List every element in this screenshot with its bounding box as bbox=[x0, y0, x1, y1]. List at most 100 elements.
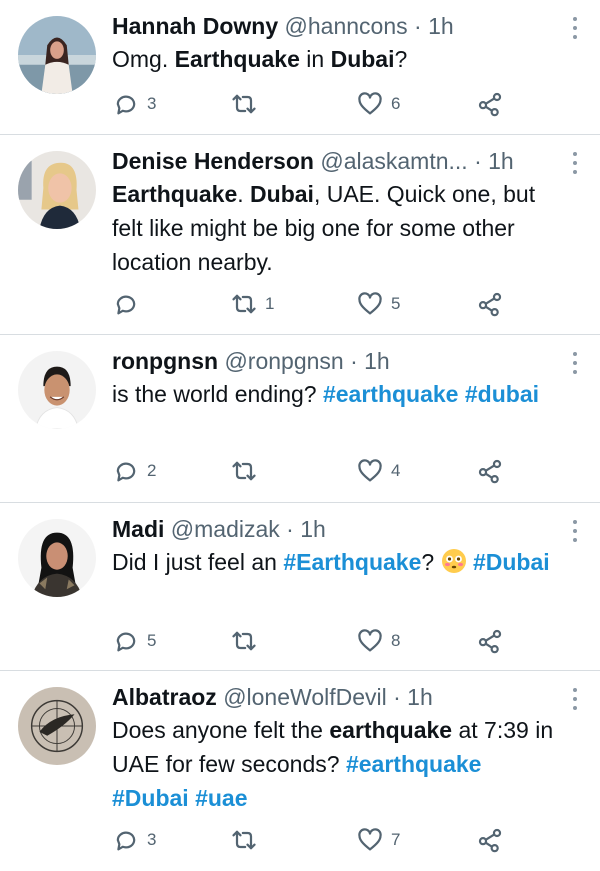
hashtag-link[interactable]: #Earthquake bbox=[283, 549, 421, 575]
tweet-text: Omg. Earthquake in Dubai? bbox=[112, 42, 560, 76]
tweet[interactable]: Albatraoz @loneWolfDevil · 1h Does anyon… bbox=[0, 671, 600, 871]
share-button[interactable] bbox=[476, 627, 504, 655]
tweet[interactable]: Hannah Downy @hanncons · 1h Omg. Earthqu… bbox=[0, 0, 600, 135]
hashtag-link[interactable]: #earthquake bbox=[323, 381, 459, 407]
retweet-button[interactable] bbox=[230, 90, 265, 118]
reply-button[interactable] bbox=[112, 290, 147, 318]
reply-count: 2 bbox=[147, 461, 157, 480]
reply-icon bbox=[116, 831, 136, 851]
tweet-header: ronpgnsn @ronpgnsn · 1h bbox=[112, 346, 560, 376]
reply-button[interactable]: 5 bbox=[112, 627, 156, 655]
like-button[interactable]: 5 bbox=[356, 290, 400, 318]
avatar[interactable] bbox=[18, 519, 96, 597]
avatar[interactable] bbox=[18, 151, 96, 229]
avatar[interactable] bbox=[18, 16, 96, 94]
tweet-text-segment: is the world ending? bbox=[112, 381, 323, 407]
like-count: 8 bbox=[391, 631, 401, 650]
reply-button[interactable]: 3 bbox=[112, 826, 156, 854]
share-button[interactable] bbox=[476, 90, 504, 118]
reply-count: 3 bbox=[147, 830, 157, 849]
tweet-text: Earthquake. Dubai, UAE. Quick one, but f… bbox=[112, 177, 560, 279]
highlighted-keyword: Dubai bbox=[330, 46, 395, 72]
avatar[interactable] bbox=[18, 351, 96, 429]
handle[interactable]: @loneWolfDevil bbox=[223, 684, 387, 710]
timestamp[interactable]: · 1h bbox=[393, 684, 433, 710]
tweet-text-segment: Omg. bbox=[112, 46, 175, 72]
share-icon bbox=[478, 629, 502, 654]
retweet-icon bbox=[232, 294, 256, 314]
hashtag-link[interactable]: #dubai bbox=[465, 381, 539, 407]
heart-icon bbox=[358, 828, 382, 851]
like-button[interactable]: 4 bbox=[356, 457, 400, 485]
timestamp[interactable]: · 1h bbox=[350, 348, 390, 374]
reply-icon bbox=[116, 462, 136, 482]
reply-icon bbox=[116, 632, 136, 652]
timestamp[interactable]: · 1h bbox=[286, 516, 326, 542]
handle[interactable]: @madizak bbox=[171, 516, 280, 542]
tweet-header: Albatraoz @loneWolfDevil · 1h bbox=[112, 682, 560, 712]
retweet-button[interactable] bbox=[230, 826, 265, 854]
more-options-icon[interactable] bbox=[572, 17, 578, 44]
retweet-button[interactable] bbox=[230, 627, 265, 655]
retweet-icon bbox=[232, 461, 256, 481]
tweet-header: Hannah Downy @hanncons · 1h bbox=[112, 11, 560, 41]
heart-icon bbox=[358, 92, 382, 115]
retweet-icon bbox=[232, 631, 256, 651]
like-count: 7 bbox=[391, 830, 401, 849]
tweet[interactable]: Denise Henderson @alaskamtn... · 1h Eart… bbox=[0, 135, 600, 335]
share-icon bbox=[478, 292, 502, 317]
more-options-icon[interactable] bbox=[572, 520, 578, 547]
more-options-icon[interactable] bbox=[572, 152, 578, 179]
retweet-icon bbox=[232, 94, 256, 114]
heart-icon bbox=[358, 292, 382, 315]
more-options-icon[interactable] bbox=[572, 688, 578, 715]
share-button[interactable] bbox=[476, 457, 504, 485]
tweet-text-segment: Did I just feel an bbox=[112, 549, 284, 575]
display-name[interactable]: Denise Henderson bbox=[112, 148, 314, 174]
retweet-button[interactable]: 1 bbox=[230, 290, 274, 318]
hashtag-link[interactable]: #Dubai bbox=[473, 549, 550, 575]
display-name[interactable]: Hannah Downy bbox=[112, 13, 278, 39]
heart-icon bbox=[358, 629, 382, 652]
hashtag-link[interactable]: #uae bbox=[195, 785, 247, 811]
tweet-text-segment: . bbox=[237, 181, 251, 207]
highlighted-keyword: earthquake bbox=[329, 717, 453, 743]
share-icon bbox=[478, 92, 502, 117]
display-name[interactable]: ronpgnsn bbox=[112, 348, 218, 374]
highlighted-keyword: Earthquake bbox=[174, 46, 300, 72]
handle[interactable]: @alaskamtn... bbox=[320, 148, 467, 174]
tweet-text-segment: Does anyone felt the bbox=[112, 717, 330, 743]
retweet-icon bbox=[232, 830, 256, 850]
hashtag-link[interactable]: #earthquake bbox=[346, 751, 482, 777]
like-button[interactable]: 7 bbox=[356, 826, 400, 854]
share-button[interactable] bbox=[476, 290, 504, 318]
display-name[interactable]: Madi bbox=[112, 516, 164, 542]
tweet-text: Does anyone felt the earthquake at 7:39 … bbox=[112, 713, 560, 815]
more-options-icon[interactable] bbox=[572, 352, 578, 379]
tweet-header: Denise Henderson @alaskamtn... · 1h bbox=[112, 146, 560, 176]
reply-icon bbox=[116, 295, 136, 315]
like-count: 6 bbox=[391, 94, 401, 113]
hashtag-link[interactable]: #Dubai bbox=[112, 785, 189, 811]
like-button[interactable]: 6 bbox=[356, 90, 400, 118]
tweet[interactable]: Madi @madizak · 1h Did I just feel an #E… bbox=[0, 503, 600, 671]
handle[interactable]: @hanncons bbox=[285, 13, 408, 39]
display-name[interactable]: Albatraoz bbox=[112, 684, 217, 710]
tweet-text-segment: in bbox=[299, 46, 331, 72]
retweet-button[interactable] bbox=[230, 457, 265, 485]
retweet-count: 1 bbox=[265, 294, 275, 313]
like-count: 5 bbox=[391, 294, 401, 313]
reply-count: 5 bbox=[147, 631, 157, 650]
reply-button[interactable]: 2 bbox=[112, 457, 156, 485]
highlighted-keyword: Earthquake bbox=[112, 181, 238, 207]
tweet-text: is the world ending? #earthquake #dubai bbox=[112, 377, 560, 411]
like-button[interactable]: 8 bbox=[356, 627, 400, 655]
timestamp[interactable]: · 1h bbox=[474, 148, 514, 174]
avatar[interactable] bbox=[18, 687, 96, 765]
share-button[interactable] bbox=[476, 826, 504, 854]
handle[interactable]: @ronpgnsn bbox=[224, 348, 343, 374]
tweet-text-segment: ? bbox=[394, 46, 408, 72]
reply-button[interactable]: 3 bbox=[112, 90, 156, 118]
timestamp[interactable]: · 1h bbox=[414, 13, 454, 39]
tweet[interactable]: ronpgnsn @ronpgnsn · 1h is the world end… bbox=[0, 335, 600, 503]
